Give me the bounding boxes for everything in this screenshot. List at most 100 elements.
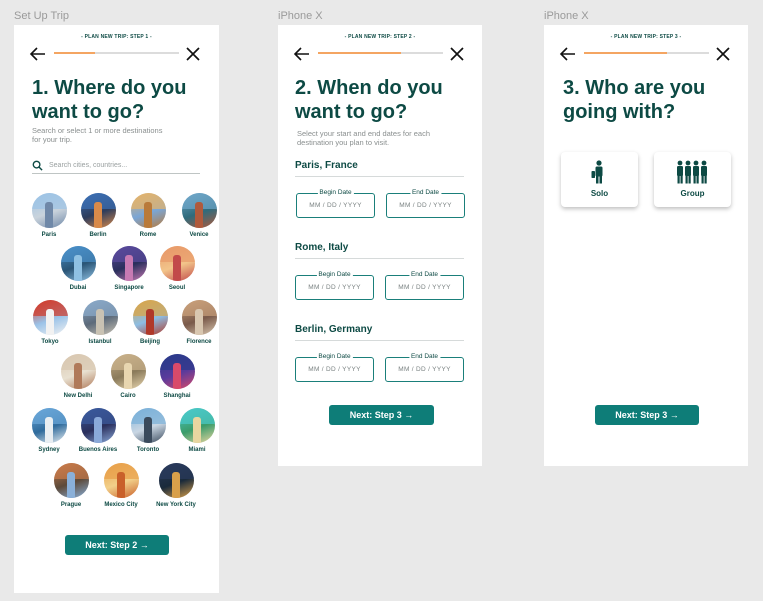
field-label: Begin Date [316, 271, 353, 278]
city-name: Mexico City [104, 502, 138, 508]
frame-label: iPhone X [544, 10, 589, 22]
arrow-left-icon[interactable] [559, 45, 577, 63]
city-option[interactable]: Paris [24, 193, 74, 238]
progress-bar [584, 52, 709, 54]
field-placeholder: MM / DD / YYYY [398, 366, 451, 373]
city-option[interactable]: Beijing [125, 300, 175, 345]
city-name: Seoul [168, 285, 186, 291]
end-date-field[interactable]: End Date MM / DD / YYYY [386, 189, 465, 218]
title-line: 2. When do you [295, 77, 443, 99]
subtitle-line: destination you plan to visit. [297, 138, 390, 147]
close-icon[interactable] [184, 45, 202, 63]
arrow-left-icon[interactable] [29, 45, 47, 63]
divider [295, 258, 464, 259]
field-label: Begin Date [316, 353, 353, 360]
search-input[interactable]: Search cities, countries... [32, 158, 200, 174]
field-label: End Date [408, 271, 441, 278]
solo-option-card[interactable]: Solo [561, 152, 638, 207]
city-option[interactable]: Venice [174, 193, 224, 238]
city-photo [103, 463, 139, 498]
city-photo [159, 246, 195, 281]
city-photo [130, 408, 166, 443]
city-photo [181, 300, 217, 335]
field-label: Begin Date [317, 189, 354, 196]
city-photo [31, 408, 67, 443]
city-photo [158, 463, 194, 498]
city-option[interactable]: Rome [123, 193, 173, 238]
city-photo [132, 300, 168, 335]
city-name: Istanbul [88, 339, 112, 345]
city-photo [82, 300, 118, 335]
next-step-3-button[interactable]: Next: Step 3 → [329, 405, 434, 425]
city-name: Cairo [120, 393, 136, 399]
title-line: 1. Where do you [32, 77, 187, 99]
option-label: Group [680, 189, 705, 198]
city-option[interactable]: Florence [174, 300, 224, 345]
field-placeholder: MM / DD / YYYY [308, 366, 361, 373]
title-line: want to go? [295, 101, 408, 123]
city-option[interactable]: Buenos Aires [73, 408, 123, 453]
close-icon[interactable] [448, 45, 466, 63]
frame-label: Set Up Trip [14, 10, 70, 22]
progress-fill [54, 52, 96, 54]
city-option[interactable]: Toronto [123, 408, 173, 453]
city-option[interactable]: Istanbul [75, 300, 125, 345]
screen-step-3: - PLAN NEW TRIP: STEP 3 - 3. Who are you… [544, 25, 748, 466]
field-placeholder: MM / DD / YYYY [308, 284, 361, 291]
step-caption: - PLAN NEW TRIP: STEP 1 - [81, 34, 152, 40]
page-title: 2. When do you want to go? [295, 76, 443, 124]
field-placeholder: MM / DD / YYYY [309, 202, 362, 209]
city-name: Rome [139, 232, 157, 238]
city-photo [31, 193, 67, 228]
destination-title: Berlin, Germany [295, 324, 373, 335]
city-option[interactable]: Cairo [103, 354, 153, 399]
field-placeholder: MM / DD / YYYY [398, 284, 451, 291]
search-placeholder: Search cities, countries... [49, 162, 128, 169]
begin-date-field[interactable]: Begin Date MM / DD / YYYY [296, 189, 375, 218]
city-option[interactable]: Mexico City [96, 463, 146, 508]
city-option[interactable]: Berlin [73, 193, 123, 238]
group-travelers-icon [677, 160, 707, 184]
destination-title: Rome, Italy [295, 242, 349, 253]
next-step-3-button[interactable]: Next: Step 3 → [595, 405, 699, 425]
title-line: going with? [563, 101, 676, 123]
next-step-2-button[interactable]: Next: Step 2 → [65, 535, 169, 555]
city-name: Singapore [114, 285, 144, 291]
close-icon[interactable] [714, 45, 732, 63]
city-option[interactable]: Tokyo [25, 300, 75, 345]
city-option[interactable]: New Delhi [53, 354, 103, 399]
arrow-left-icon[interactable] [293, 45, 311, 63]
city-option[interactable]: Dubai [53, 246, 103, 291]
page-title: 3. Who are you going with? [563, 76, 705, 124]
begin-date-field[interactable]: Begin Date MM / DD / YYYY [295, 353, 374, 382]
city-option[interactable]: Miami [172, 408, 222, 453]
divider [295, 340, 464, 341]
city-option[interactable]: Singapore [104, 246, 154, 291]
step-caption: - PLAN NEW TRIP: STEP 3 - [610, 34, 682, 40]
step-caption: - PLAN NEW TRIP: STEP 2 - [344, 34, 416, 40]
city-photo [60, 246, 96, 281]
city-name: Florence [186, 339, 212, 345]
destination-title: Paris, France [295, 160, 358, 171]
city-photo [80, 408, 116, 443]
group-option-card[interactable]: Group [654, 152, 731, 207]
city-photo [130, 193, 166, 228]
progress-bar [54, 52, 179, 54]
subtitle-line: Search or select 1 or more destinations [32, 126, 163, 135]
city-option[interactable]: Sydney [24, 408, 74, 453]
city-photo [53, 463, 89, 498]
city-photo [181, 193, 217, 228]
city-option[interactable]: Shanghai [152, 354, 202, 399]
city-option[interactable]: Seoul [152, 246, 202, 291]
city-option[interactable]: New York City [151, 463, 201, 508]
subtitle: Select your start and end dates for each… [297, 129, 430, 147]
city-name: Toronto [136, 447, 160, 453]
end-date-field[interactable]: End Date MM / DD / YYYY [385, 271, 464, 300]
subtitle: Search or select 1 or more destinations … [32, 126, 162, 144]
search-icon [32, 160, 43, 171]
city-photo [110, 354, 146, 389]
end-date-field[interactable]: End Date MM / DD / YYYY [385, 353, 464, 382]
city-photo [179, 408, 215, 443]
begin-date-field[interactable]: Begin Date MM / DD / YYYY [295, 271, 374, 300]
city-option[interactable]: Prague [46, 463, 96, 508]
